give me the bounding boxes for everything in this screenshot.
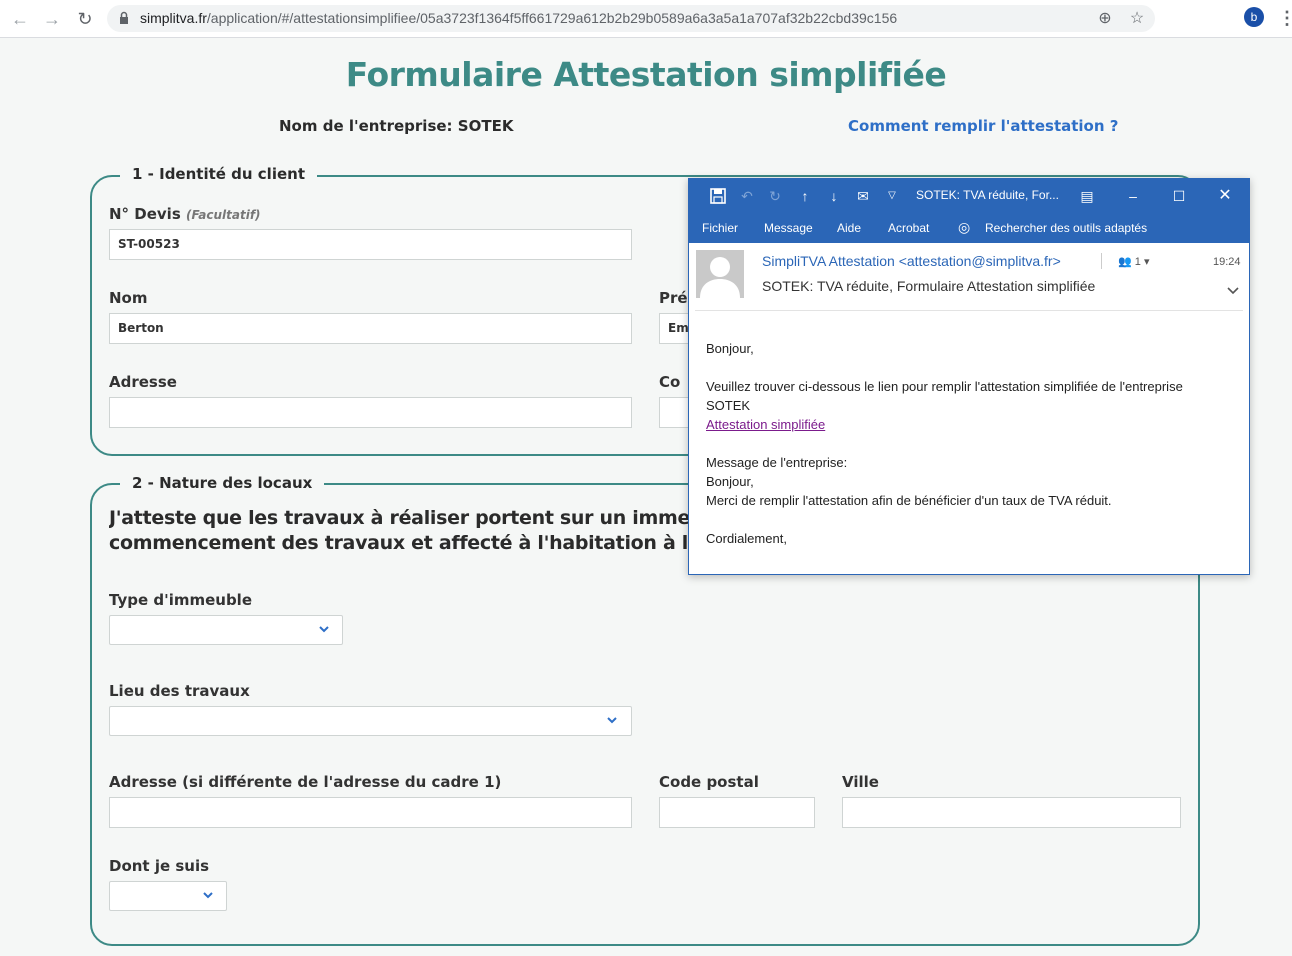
ribbon-display-icon[interactable]: ▤ — [1076, 185, 1098, 207]
devis-input[interactable]: ST-00523 — [109, 229, 632, 260]
lieu-travaux-label: Lieu des travaux — [109, 682, 250, 700]
devis-label: N° Devis (Facultatif) — [109, 205, 261, 223]
profile-avatar[interactable]: b — [1244, 7, 1264, 27]
devis-hint: (Facultatif) — [185, 208, 261, 222]
section1-legend: 1 - Identité du client — [120, 165, 317, 183]
add-icon[interactable]: ⊕ — [1095, 9, 1115, 29]
chevron-down-icon — [319, 626, 329, 633]
page-title: Formulaire Attestation simplifiée — [345, 55, 947, 94]
type-immeuble-select[interactable] — [109, 615, 343, 645]
minimize-icon[interactable]: – — [1122, 185, 1144, 207]
ribbon-tab-message[interactable]: Message — [764, 221, 813, 235]
received-time: 19:24 — [1213, 256, 1241, 268]
sender-avatar — [696, 250, 744, 298]
help-link[interactable]: Comment remplir l'attestation ? — [848, 117, 1118, 135]
adresse-label: Adresse — [109, 373, 177, 391]
adresse-travaux-input[interactable] — [109, 797, 632, 828]
mail-subject: SOTEK: TVA réduite, Formulaire Attestati… — [762, 278, 1096, 294]
expand-chevron-icon[interactable] — [1226, 285, 1240, 297]
body-greeting: Bonjour, — [706, 341, 754, 356]
body-msg-label: Message de l'entreprise: — [706, 455, 848, 470]
company-line: Nom de l'entreprise: SOTEK — [279, 117, 513, 135]
mail-ribbon: Fichier Message Aide Acrobat ◎ Recherche… — [689, 213, 1249, 243]
mail-body: Bonjour, Veuillez trouver ci-dessous le … — [706, 339, 1236, 548]
redo-icon[interactable]: ↻ — [766, 187, 784, 205]
forward-arrow-icon[interactable]: → — [41, 8, 63, 30]
header-divider — [1101, 253, 1102, 269]
ribbon-tab-fichier[interactable]: Fichier — [702, 221, 738, 235]
ribbon-tab-aide[interactable]: Aide — [837, 221, 861, 235]
chevron-down-icon — [607, 717, 617, 724]
search-tools-box[interactable]: Rechercher des outils adaptés — [985, 221, 1147, 235]
adresse-input[interactable] — [109, 397, 632, 428]
star-icon[interactable]: ☆ — [1127, 9, 1147, 29]
person-icon — [700, 257, 740, 298]
browser-toolbar: ← → ↻ simplitva.fr/application/#/attesta… — [0, 0, 1292, 38]
body-line1: Veuillez trouver ci-dessous le lien pour… — [706, 379, 1183, 394]
adresse-travaux-label: Adresse (si différente de l'adresse du c… — [109, 773, 502, 791]
back-arrow-icon[interactable]: ← — [9, 8, 31, 30]
address-bar[interactable]: simplitva.fr/application/#/attestationsi… — [107, 5, 1155, 32]
customize-toolbar-icon[interactable]: ▽ — [883, 187, 901, 205]
attestation-link[interactable]: Attestation simplifiée — [706, 417, 825, 432]
people-icon: 👥 — [1118, 256, 1132, 268]
mail-window-title: SOTEK: TVA réduite, For... — [916, 188, 1059, 202]
recipients-button[interactable]: 👥 1 ▾ — [1118, 255, 1149, 268]
reload-icon[interactable]: ↻ — [74, 8, 96, 30]
lieu-travaux-select[interactable] — [109, 706, 632, 736]
prenom-label: Pré — [659, 289, 688, 307]
sender-address[interactable]: SimpliTVA Attestation <attestation@simpl… — [762, 253, 1061, 269]
code-postal-travaux-input[interactable] — [659, 797, 815, 828]
section2-legend: 2 - Nature des locaux — [120, 474, 325, 492]
nom-input[interactable]: Berton — [109, 313, 632, 344]
header-separator — [695, 310, 1243, 311]
nom-label: Nom — [109, 289, 148, 307]
next-item-icon[interactable]: ↓ — [825, 187, 843, 205]
code-postal-travaux-label: Code postal — [659, 773, 759, 791]
dont-je-suis-label: Dont je suis — [109, 857, 210, 875]
company-label: Nom de l'entreprise: — [279, 117, 453, 135]
undo-icon[interactable]: ↶ — [738, 187, 756, 205]
type-immeuble-label: Type d'immeuble — [109, 591, 252, 609]
attestation-statement: J'atteste que les travaux à réaliser por… — [109, 507, 704, 554]
outlook-message-window: ↶ ↻ ↑ ↓ ✉ ▽ SOTEK: TVA réduite, For... ▤… — [688, 178, 1250, 575]
lock-icon — [120, 11, 128, 24]
close-icon[interactable]: ✕ — [1214, 185, 1236, 207]
menu-dots-icon[interactable]: ⋮ — [1278, 7, 1292, 29]
body-closing: Cordialement, — [706, 531, 787, 546]
mail-titlebar: ↶ ↻ ↑ ↓ ✉ ▽ SOTEK: TVA réduite, For... ▤… — [689, 179, 1249, 213]
quick-steps-icon[interactable]: ✉ — [854, 187, 872, 205]
lightbulb-icon: ◎ — [958, 219, 971, 235]
code-postal-label: Co — [659, 373, 681, 391]
body-msg-text: Merci de remplir l'attestation afin de b… — [706, 493, 1112, 508]
ville-label: Ville — [842, 773, 879, 791]
ville-input[interactable] — [842, 797, 1181, 828]
mail-header: SimpliTVA Attestation <attestation@simpl… — [689, 243, 1249, 311]
previous-item-icon[interactable]: ↑ — [796, 187, 814, 205]
save-icon[interactable] — [709, 187, 727, 205]
maximize-icon[interactable]: ☐ — [1168, 185, 1190, 207]
ribbon-tab-acrobat[interactable]: Acrobat — [888, 221, 929, 235]
chevron-down-icon — [203, 892, 213, 899]
body-msg-greeting: Bonjour, — [706, 474, 754, 489]
company-name: SOTEK — [457, 117, 514, 135]
dont-je-suis-select[interactable] — [109, 881, 227, 911]
body-line2: SOTEK — [706, 398, 751, 413]
url-text: simplitva.fr/application/#/attestationsi… — [140, 10, 898, 26]
